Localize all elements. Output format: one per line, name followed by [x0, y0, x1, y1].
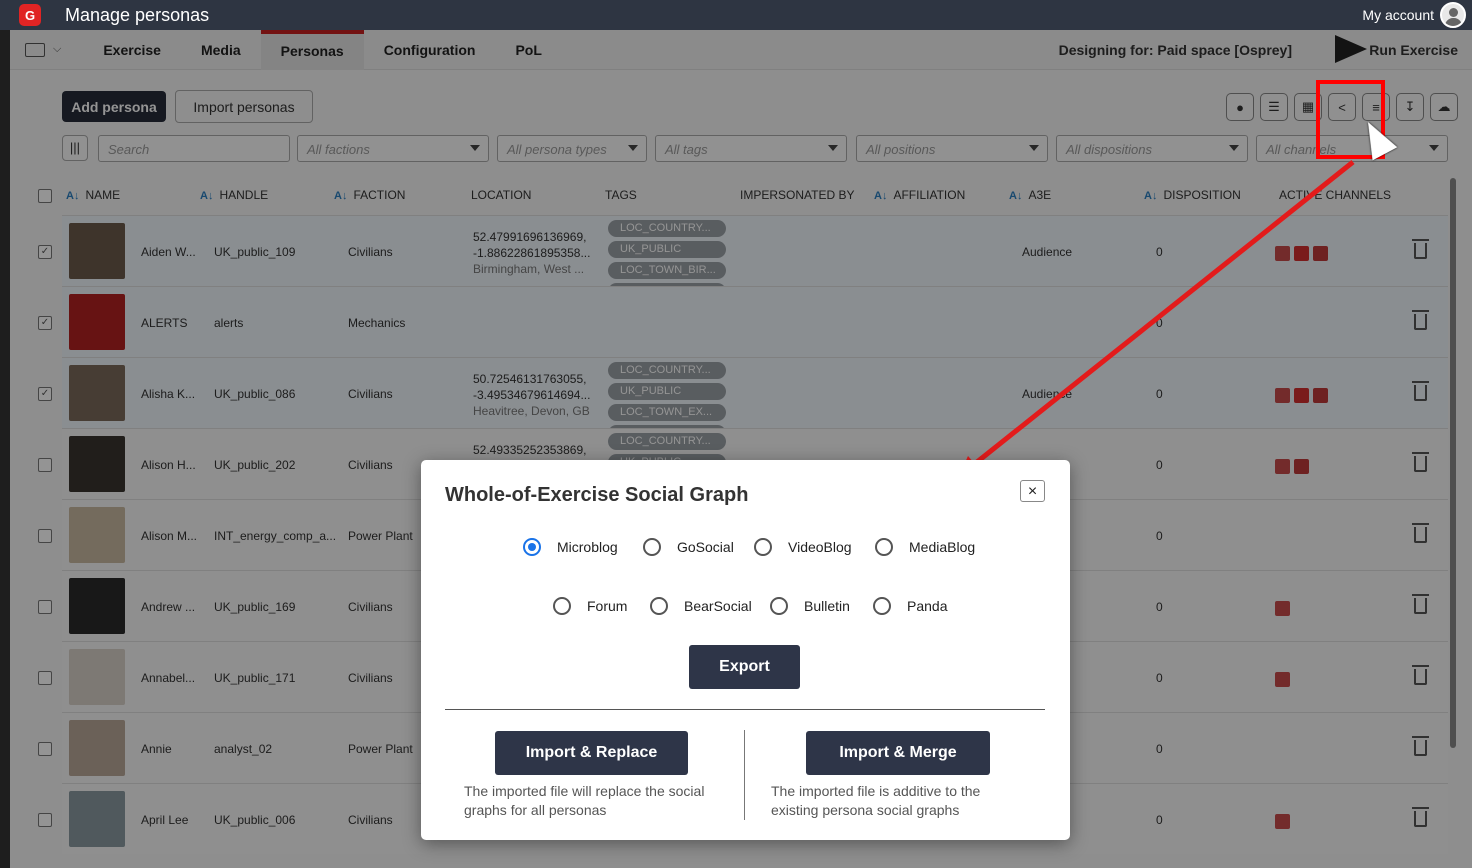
radio-panda[interactable]: [873, 597, 891, 615]
arrow-line: [970, 160, 1355, 468]
radio-gosocial[interactable]: [643, 538, 661, 556]
option-bearsocial[interactable]: BearSocial: [650, 597, 752, 615]
option-forum-label: Forum: [587, 598, 628, 614]
social-graph-modal: Whole-of-Exercise Social Graph × Microbl…: [421, 460, 1070, 840]
import-merge-button[interactable]: Import & Merge: [806, 731, 990, 775]
option-gosocial[interactable]: GoSocial: [643, 538, 734, 556]
option-panda[interactable]: Panda: [873, 597, 947, 615]
option-forum[interactable]: Forum: [553, 597, 627, 615]
option-microblog-label: Microblog: [557, 539, 618, 555]
option-mediablog-label: MediaBlog: [909, 539, 976, 555]
option-videoblog[interactable]: VideoBlog: [754, 538, 852, 556]
option-gosocial-label: GoSocial: [677, 539, 734, 555]
option-bulletin-label: Bulletin: [804, 598, 850, 614]
option-bearsocial-label: BearSocial: [684, 598, 752, 614]
import-replace-description: The imported file will replace the socia…: [464, 783, 705, 818]
radio-forum[interactable]: [553, 597, 571, 615]
radio-mediablog[interactable]: [875, 538, 893, 556]
option-videoblog-label: VideoBlog: [788, 539, 852, 555]
export-button[interactable]: Export: [689, 645, 800, 689]
radio-microblog[interactable]: [523, 538, 541, 556]
option-panda-label: Panda: [907, 598, 948, 614]
close-button[interactable]: ×: [1020, 480, 1045, 502]
radio-bulletin[interactable]: [770, 597, 788, 615]
modal-title: Whole-of-Exercise Social Graph: [445, 484, 749, 506]
option-mediablog[interactable]: MediaBlog: [875, 538, 975, 556]
modal-divider: [445, 709, 1045, 710]
radio-bearsocial[interactable]: [650, 597, 668, 615]
modal-vertical-divider: [744, 730, 745, 820]
option-microblog[interactable]: Microblog: [523, 538, 618, 556]
option-bulletin[interactable]: Bulletin: [770, 597, 850, 615]
radio-videoblog[interactable]: [754, 538, 772, 556]
import-replace-button[interactable]: Import & Replace: [495, 731, 688, 775]
import-merge-description: The imported file is additive to the exi…: [771, 783, 981, 818]
